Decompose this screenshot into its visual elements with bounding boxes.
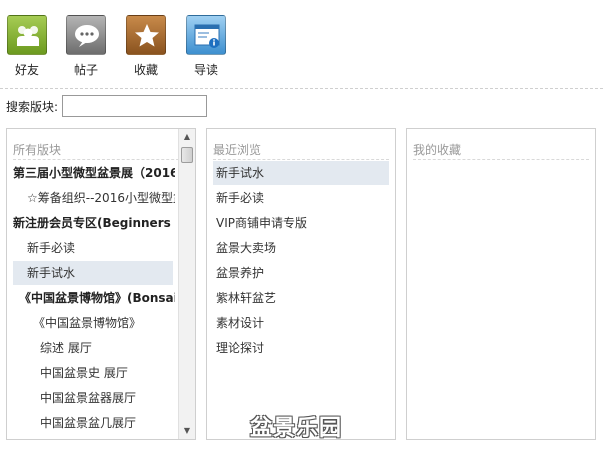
list-item[interactable]: 盆景大卖场 [216,236,386,260]
all-forums-title: 所有版块 [13,143,62,157]
scroll-down-arrow-icon[interactable]: ▼ [179,423,195,439]
divider [213,159,389,160]
list-item[interactable]: 素材设计 [216,311,386,335]
friends-button[interactable]: 好友 [5,15,49,78]
all-forums-panel: 所有版块 第三届小型微型盆景展（2016 ☆筹备组织--2016小型微型盆 新注… [6,128,196,440]
my-favorites-title: 我的收藏 [413,143,462,157]
scrollbar[interactable]: ▲ ▼ [178,129,195,439]
recent-panel: 最近浏览 新手试水 新手必读 VIP商铺申请专版 盆景大卖场 盆景养护 紫林轩盆… [206,128,396,440]
my-favorites-panel: 我的收藏 [406,128,596,440]
friends-icon [7,15,47,55]
favorites-button[interactable]: 收藏 [124,15,168,78]
list-item[interactable]: 新手试水 [213,161,389,185]
list-item[interactable]: 中国盆景盆几展厅 [40,411,175,435]
chat-bubble-icon [66,15,106,55]
list-item[interactable]: 综述 展厅 [40,336,175,360]
list-item[interactable]: 《中国盆景博物馆》(Bonsai [19,286,175,310]
list-item[interactable]: 新手必读 [216,186,386,210]
list-item[interactable]: VIP商铺申请专版 [216,211,386,235]
search-input[interactable] [62,95,207,117]
toolbar: 好友 帖子 收藏 导读 [0,0,603,88]
posts-label: 帖子 [73,63,98,77]
list-item[interactable]: 中国盆景史 展厅 [40,361,175,385]
list-item[interactable]: 理论探讨 [216,336,386,360]
guide-label: 导读 [193,63,218,77]
recent-title: 最近浏览 [213,143,262,157]
posts-button[interactable]: 帖子 [64,15,108,78]
list-item[interactable]: 新注册会员专区(Beginners a [13,211,175,235]
search-label: 搜索版块: [6,100,59,114]
favorites-label: 收藏 [133,63,158,77]
scroll-up-arrow-icon[interactable]: ▲ [179,129,195,145]
list-item[interactable]: 第三届小型微型盆景展（2016 [13,161,175,185]
watermark: 盆景乐园 [250,416,343,441]
list-item[interactable]: 盆景养护 [216,261,386,285]
list-item[interactable]: 中国盆景盆器展厅 [40,386,175,410]
scrollbar-thumb[interactable] [181,147,193,163]
divider [13,159,189,160]
list-item[interactable]: 《中国盆景博物馆》 [33,311,175,335]
list-item[interactable]: 新手必读 [27,236,175,260]
list-item[interactable]: 新手试水 [13,261,173,285]
window-info-icon [186,15,226,55]
divider [413,159,589,160]
star-icon [126,15,166,55]
list-item[interactable]: 紫林轩盆艺 [216,286,386,310]
friends-label: 好友 [14,63,39,77]
guide-button[interactable]: 导读 [184,15,228,78]
list-item[interactable]: ☆筹备组织--2016小型微型盆 [27,186,175,210]
divider [0,88,603,89]
